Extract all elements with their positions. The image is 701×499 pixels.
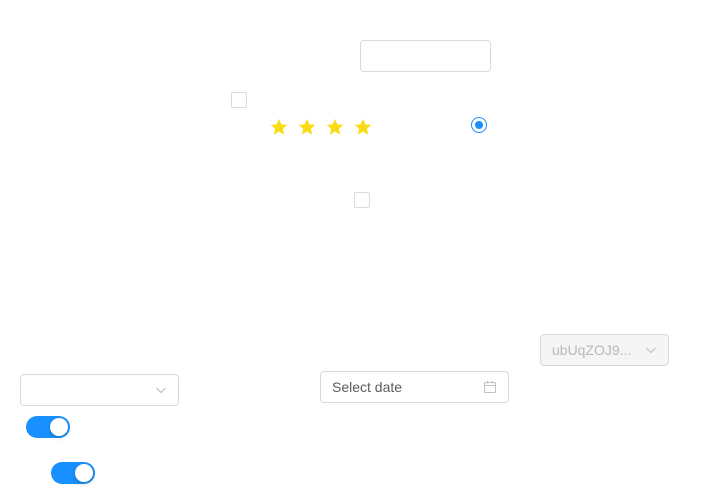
date-placeholder: Select date [332,379,403,395]
switch-handle [50,418,68,436]
switch-handle [75,464,93,482]
date-picker[interactable]: Select date [320,371,509,403]
select-dropdown-disabled[interactable]: ubUqZOJ9... [540,334,669,366]
chevron-down-icon [646,347,656,354]
select-dropdown[interactable] [20,374,179,406]
text-input[interactable] [360,40,491,72]
star-icon[interactable] [297,117,317,137]
chevron-down-icon [156,387,166,394]
select-value: ubUqZOJ9... [552,342,632,358]
calendar-icon [484,381,496,393]
radio-button[interactable] [471,117,487,133]
toggle-switch-2[interactable] [51,462,95,484]
star-icon[interactable] [269,117,289,137]
toggle-switch-1[interactable] [26,416,70,438]
star-rating[interactable] [269,117,373,137]
star-icon[interactable] [325,117,345,137]
radio-dot [475,121,483,129]
checkbox-2[interactable] [354,192,370,208]
checkbox-1[interactable] [231,92,247,108]
star-icon[interactable] [353,117,373,137]
